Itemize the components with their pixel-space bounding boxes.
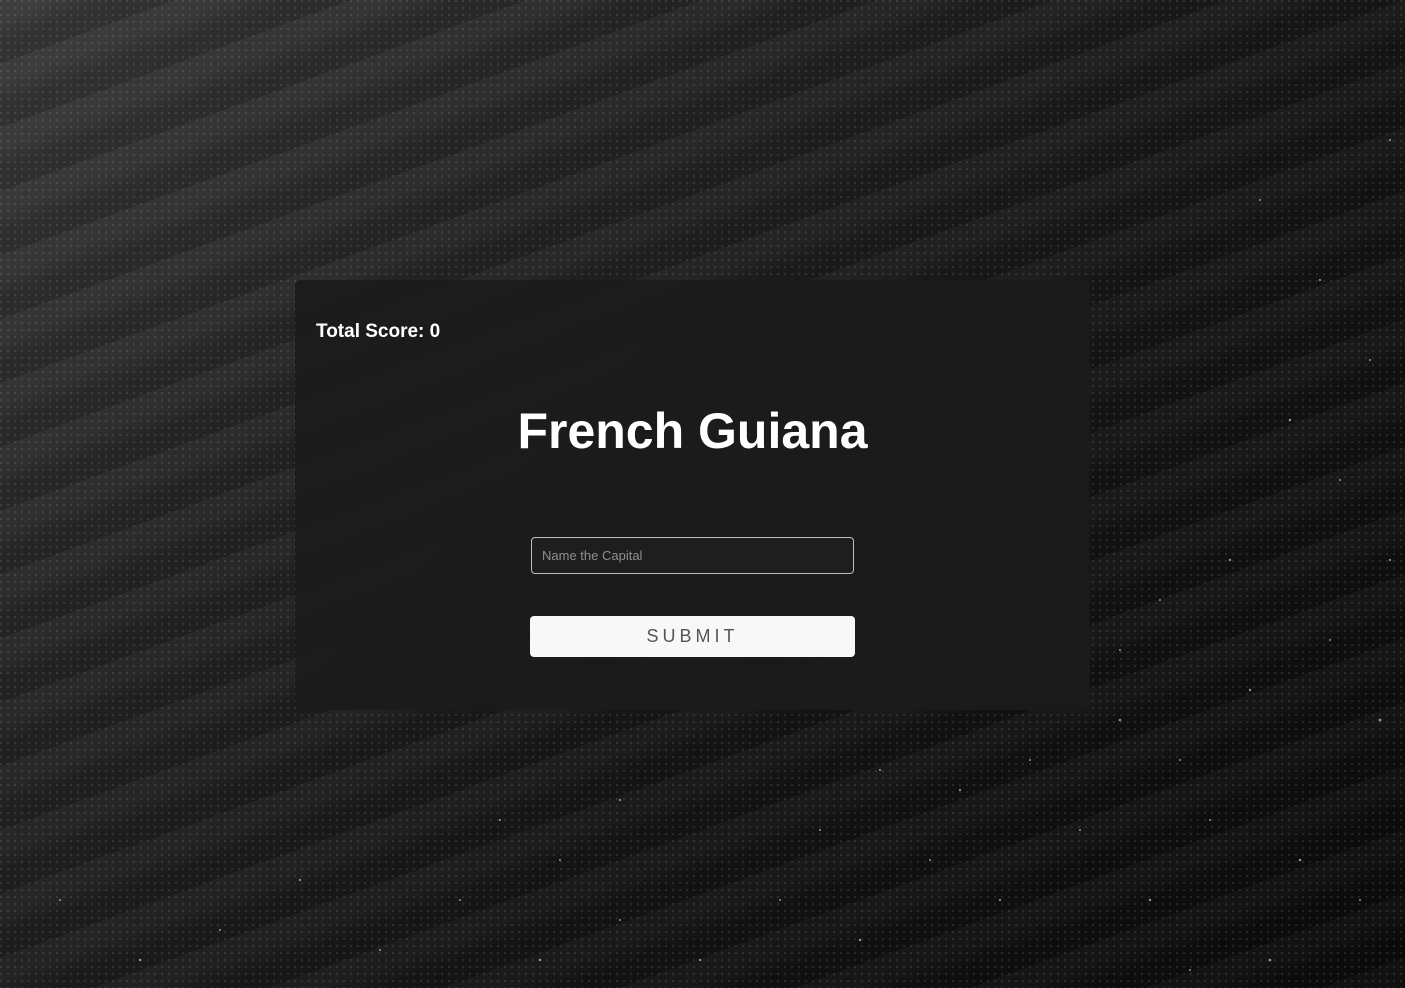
total-score: Total Score: 0 (316, 321, 441, 342)
country-name: French Guiana (517, 403, 868, 459)
capital-input[interactable] (531, 537, 854, 574)
quiz-card: Total Score: 0 French Guiana SUBMIT (295, 280, 1090, 710)
submit-button[interactable]: SUBMIT (530, 616, 855, 657)
